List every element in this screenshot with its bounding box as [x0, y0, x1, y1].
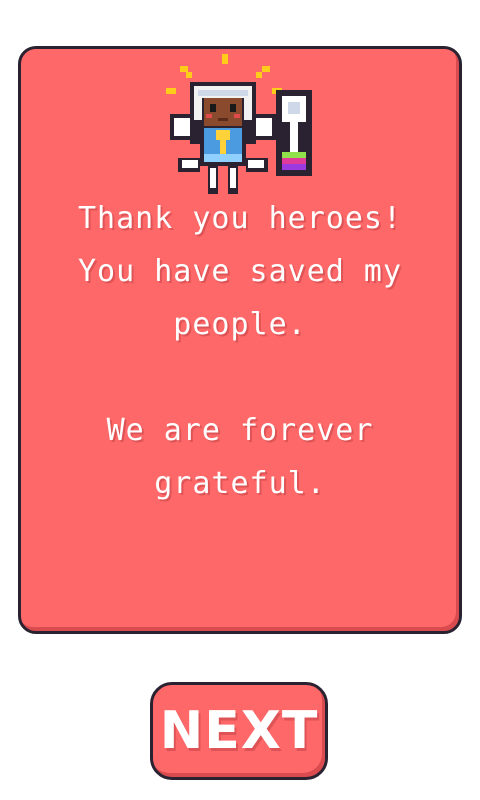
magic-key-icon [276, 90, 312, 176]
dialog-line-1: Thank you heroes! You have saved my peop… [77, 201, 403, 342]
dialog-message: Thank you heroes! You have saved my peop… [18, 192, 462, 510]
hero-sprite [166, 54, 312, 194]
hero-princess-icon [170, 82, 276, 194]
next-button[interactable]: NEXT [150, 682, 328, 780]
dialog-line-2: We are forever grateful. [106, 413, 374, 501]
